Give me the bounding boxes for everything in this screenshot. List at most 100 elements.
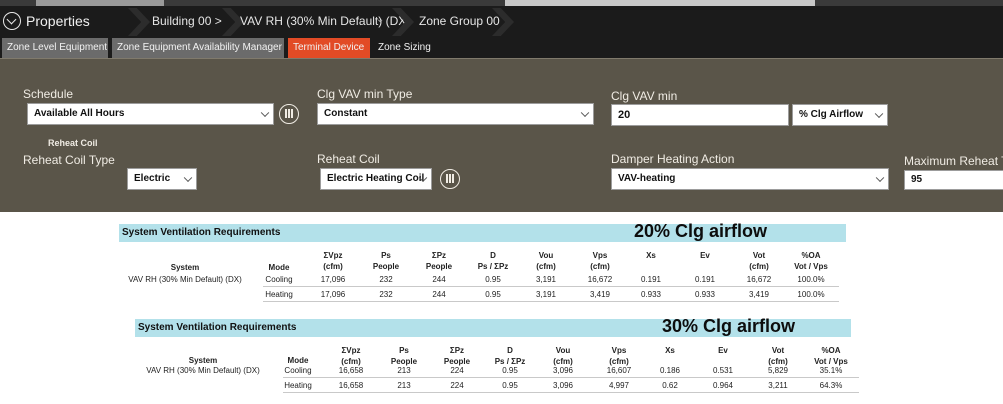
report-header-30: System Ventilation Requirements 30% Clg … [135, 316, 851, 337]
tab-zone-sizing[interactable]: Zone Sizing [373, 38, 433, 58]
breadcrumb-zone-group[interactable]: Zone Group 00 [419, 14, 500, 28]
ventilation-table-30: System Mode ΣVpz (cfm) Ps People ΣPz People D Ps … [135, 343, 859, 397]
table-cell: 213 [397, 366, 411, 375]
table-cell: 3,191 [535, 275, 557, 284]
damper-heating-action-select[interactable]: VAV-heating [611, 168, 889, 190]
chevron-down-icon [874, 109, 884, 119]
table-cell: 3,191 [535, 290, 557, 299]
terminal-device-panel: Schedule Available All Hours Clg VAV min… [0, 58, 1003, 212]
report-header-20: System Ventilation Requirements 20% Clg … [119, 221, 846, 242]
breadcrumb-terminal[interactable]: VAV RH (30% Min Default) (DX) [240, 14, 410, 28]
table-cell: 0.62 [662, 381, 678, 390]
table-cell: 16,658 [338, 366, 364, 375]
column-header-line: Vot [752, 251, 766, 260]
collapse-chevron-icon[interactable] [3, 12, 21, 30]
tab-terminal-device[interactable]: Terminal Device [288, 38, 370, 58]
column-header-system: System [173, 355, 233, 366]
row-divider [263, 301, 839, 302]
table-cell: 232 [379, 275, 393, 284]
table-cell: 0.95 [485, 290, 501, 299]
breadcrumb-separator [128, 8, 150, 36]
ventilation-table-20: System Mode ΣVpz (cfm) Ps People ΣPz People D Ps … [119, 248, 846, 302]
table-cell: Cooling [284, 366, 312, 375]
table-cell: 100.0% [797, 290, 825, 299]
column-header-d: D Ps / ΣPz [480, 345, 540, 367]
column-header-line: Ev [718, 346, 728, 355]
table-cell: 213 [397, 381, 411, 390]
column-header-line: %OA [821, 346, 841, 355]
reheat-coil-type-select[interactable]: Electric [127, 168, 197, 190]
column-header-line: (cfm) [536, 262, 556, 271]
column-header-mode: Mode [249, 262, 309, 273]
library-icon[interactable] [279, 104, 299, 124]
column-header-line: Xs [646, 251, 656, 260]
reheat-coil-value: Electric Heating Coil [327, 173, 425, 184]
maximum-reheat-input[interactable]: 95 [904, 170, 1003, 190]
column-header-line: ΣPz [431, 251, 447, 260]
column-header-ps: Ps People [356, 250, 416, 272]
table-cell: 224 [450, 381, 464, 390]
reheat-coil-select[interactable]: Electric Heating Coil [320, 168, 432, 190]
breadcrumb-dropdown-icon[interactable]: ⌄ [376, 14, 384, 25]
table-cell: 3,096 [552, 366, 574, 375]
clg-vav-min-unit-value: % Clg Airflow [799, 109, 864, 120]
system-name-cell: VAV RH (30% Min Default) (DX) [128, 275, 242, 284]
table-cell: 244 [432, 290, 446, 299]
column-header-ev: Ev [675, 250, 735, 261]
schedule-select[interactable]: Available All Hours [27, 103, 274, 125]
report-annotation: 30% Clg airflow [662, 316, 796, 336]
table-cell: 0.964 [712, 381, 734, 390]
clg-vav-min-unit-select[interactable]: % Clg Airflow [792, 104, 888, 126]
clg-vav-min-type-value: Constant [324, 108, 368, 119]
column-header-line: Vot [771, 346, 785, 355]
column-header-line: D [507, 346, 513, 355]
column-header-ps: Ps People [374, 345, 434, 367]
report-annotation: 20% Clg airflow [634, 221, 768, 241]
clg-vav-min-label: Clg VAV min [611, 89, 678, 103]
table-cell: 3,419 [748, 290, 770, 299]
reheat-coil-label: Reheat Coil [317, 152, 380, 166]
column-header-line: Ps [381, 251, 391, 260]
table-cell: 35.1% [819, 366, 843, 375]
top-strip-block [36, 0, 164, 6]
column-header-line: D [490, 251, 496, 260]
report-title: System Ventilation Requirements [122, 227, 281, 238]
reheat-coil-type-value: Electric [134, 173, 171, 184]
clg-vav-min-type-label: Clg VAV min Type [317, 87, 413, 101]
column-header-line: People [425, 262, 453, 271]
chevron-down-icon [875, 173, 885, 183]
tab-bar: Zone Level Equipment Zone Equipment Avai… [0, 38, 1003, 58]
column-header-line: People [372, 262, 400, 271]
tab-zone-level-equipment[interactable]: Zone Level Equipment [2, 38, 108, 58]
table-cell: Heating [265, 290, 293, 299]
system-name-cell: VAV RH (30% Min Default) (DX) [146, 366, 260, 375]
column-header-line: ΣPz [449, 346, 465, 355]
tab-zone-equipment-availability-manager[interactable]: Zone Equipment Availability Manager [112, 38, 284, 58]
column-header-vou: Vou (cfm) [516, 250, 576, 272]
column-header-mode: Mode [268, 355, 328, 366]
chevron-down-icon [183, 173, 193, 183]
column-header-line: Xs [665, 346, 675, 355]
column-header-d: D Ps / ΣPz [463, 250, 523, 272]
table-cell: 224 [450, 366, 464, 375]
column-header-vot: Vot (cfm) [729, 250, 789, 272]
table-cell: Heating [284, 381, 312, 390]
reheat-coil-type-label: Reheat Coil Type [23, 153, 115, 167]
table-cell: 16,672 [746, 275, 772, 284]
table-cell: 0.95 [502, 381, 518, 390]
clg-vav-min-value: 20 [618, 109, 631, 121]
table-cell: 100.0% [797, 275, 825, 284]
column-header-line: ΣVpz [341, 346, 361, 355]
clg-vav-min-input[interactable]: 20 [611, 104, 789, 126]
column-header-line: Vou [538, 251, 554, 260]
column-header-line: (cfm) [323, 262, 343, 271]
column-header-line: Ps / ΣPz [477, 262, 509, 271]
column-header-line: Mode [268, 263, 290, 272]
column-header-line: (cfm) [590, 262, 610, 271]
column-header-line: ΣVpz [323, 251, 343, 260]
damper-heating-action-value: VAV-heating [618, 173, 676, 184]
breadcrumb-building[interactable]: Building 00 > [152, 14, 222, 28]
clg-vav-min-type-select[interactable]: Constant [317, 103, 594, 125]
library-icon[interactable] [440, 169, 460, 189]
chevron-down-icon [580, 108, 590, 118]
